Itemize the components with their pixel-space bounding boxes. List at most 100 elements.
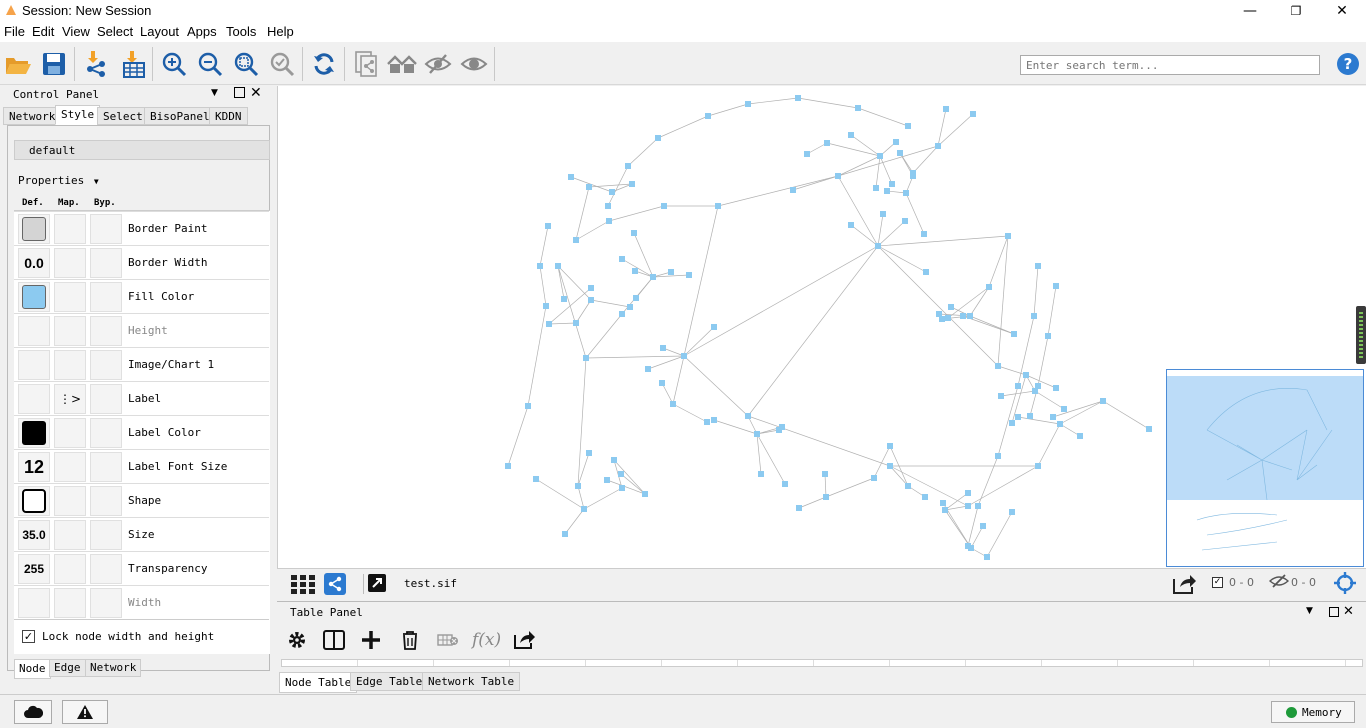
import-table-button[interactable]	[116, 48, 148, 80]
default-value-cell[interactable]	[18, 350, 50, 380]
network-edge[interactable]	[548, 287, 592, 325]
network-node[interactable]	[533, 476, 539, 482]
default-value-cell[interactable]	[18, 588, 50, 618]
mapping-cell[interactable]	[54, 520, 86, 550]
network-node[interactable]	[887, 463, 893, 469]
network-node[interactable]	[855, 105, 861, 111]
tab-network[interactable]: Network	[3, 107, 62, 125]
network-node[interactable]	[1009, 420, 1015, 426]
function-builder-button[interactable]: f(x)	[472, 630, 501, 650]
mapping-cell[interactable]: ⋮>	[54, 384, 86, 414]
table-grid[interactable]	[281, 659, 1363, 667]
network-node[interactable]	[1035, 383, 1041, 389]
network-node[interactable]	[871, 475, 877, 481]
network-node[interactable]	[627, 304, 633, 310]
network-node[interactable]	[998, 393, 1004, 399]
property-row[interactable]: Fill Color	[14, 279, 269, 313]
network-edge[interactable]	[683, 355, 749, 417]
network-node[interactable]	[568, 174, 574, 180]
memory-button[interactable]: Memory	[1271, 701, 1355, 723]
property-row[interactable]: 12 Label Font Size	[14, 449, 269, 483]
network-node[interactable]	[586, 450, 592, 456]
network-edge[interactable]	[683, 205, 719, 357]
network-edge[interactable]	[1102, 400, 1150, 430]
network-edge[interactable]	[575, 299, 592, 324]
menu-tools[interactable]: Tools	[226, 24, 256, 39]
network-edge[interactable]	[937, 113, 974, 147]
network-edge[interactable]	[647, 355, 685, 370]
bypass-cell[interactable]	[90, 384, 122, 414]
network-edge[interactable]	[977, 455, 999, 507]
restore-button[interactable]: ❐	[1273, 0, 1319, 22]
network-node[interactable]	[965, 503, 971, 509]
network-node[interactable]	[782, 481, 788, 487]
default-value-cell[interactable]: 255	[18, 554, 50, 584]
close-window-button[interactable]: ✕	[1319, 0, 1365, 22]
bypass-cell[interactable]	[90, 248, 122, 278]
network-node[interactable]	[967, 313, 973, 319]
network-edge[interactable]	[967, 505, 979, 547]
network-node[interactable]	[609, 189, 615, 195]
mapping-cell[interactable]	[54, 316, 86, 346]
network-edge[interactable]	[747, 245, 879, 417]
bypass-cell[interactable]	[90, 316, 122, 346]
network-node[interactable]	[633, 295, 639, 301]
network-node[interactable]	[711, 324, 717, 330]
network-node[interactable]	[573, 320, 579, 326]
menu-help[interactable]: Help	[267, 24, 294, 39]
network-node[interactable]	[1009, 509, 1015, 515]
network-edge[interactable]	[507, 405, 529, 467]
network-node[interactable]	[943, 106, 949, 112]
properties-dropdown[interactable]: Properties ▼	[18, 174, 99, 187]
network-edge[interactable]	[877, 220, 906, 247]
network-node[interactable]	[790, 187, 796, 193]
network-edge[interactable]	[557, 265, 587, 359]
network-node[interactable]	[611, 457, 617, 463]
network-node[interactable]	[995, 363, 1001, 369]
network-node[interactable]	[824, 140, 830, 146]
network-node[interactable]	[1061, 406, 1067, 412]
network-edge[interactable]	[607, 165, 629, 207]
warnings-button[interactable]	[62, 700, 108, 724]
network-node[interactable]	[796, 505, 802, 511]
network-edge[interactable]	[657, 115, 709, 139]
zoom-selected-button[interactable]	[266, 48, 298, 80]
network-edge[interactable]	[875, 155, 881, 189]
network-edge[interactable]	[661, 382, 674, 405]
close-panel-icon[interactable]: ✕	[1343, 604, 1354, 619]
network-node[interactable]	[935, 143, 941, 149]
bypass-cell[interactable]	[90, 418, 122, 448]
network-node[interactable]	[1050, 414, 1056, 420]
panel-menu-icon[interactable]: ▼	[211, 88, 218, 98]
network-node[interactable]	[745, 101, 751, 107]
network-node[interactable]	[1146, 426, 1152, 432]
network-edge[interactable]	[583, 487, 623, 510]
search-input[interactable]	[1020, 55, 1320, 75]
property-row[interactable]: 255 Transparency	[14, 551, 269, 585]
network-edge[interactable]	[877, 235, 1009, 247]
default-value-cell[interactable]	[18, 486, 50, 516]
property-row[interactable]: Image/Chart 1	[14, 347, 269, 381]
bypass-cell[interactable]	[90, 554, 122, 584]
network-edge[interactable]	[527, 305, 547, 407]
network-node[interactable]	[605, 203, 611, 209]
network-node[interactable]	[642, 491, 648, 497]
mapping-cell[interactable]	[54, 350, 86, 380]
network-view-toggle[interactable]	[324, 573, 346, 595]
network-node[interactable]	[822, 471, 828, 477]
network-node[interactable]	[632, 268, 638, 274]
network-edge[interactable]	[564, 508, 585, 535]
default-value-cell[interactable]: 12	[18, 452, 50, 482]
network-edge[interactable]	[825, 477, 875, 498]
network-node[interactable]	[1057, 421, 1063, 427]
network-node[interactable]	[1031, 313, 1037, 319]
network-node[interactable]	[986, 284, 992, 290]
delete-column-button[interactable]	[401, 630, 419, 653]
network-node[interactable]	[668, 269, 674, 275]
network-node[interactable]	[884, 188, 890, 194]
zoom-in-button[interactable]	[158, 48, 190, 80]
network-edge[interactable]	[590, 299, 631, 308]
refresh-button[interactable]	[308, 48, 340, 80]
network-node[interactable]	[681, 353, 687, 359]
network-edge[interactable]	[997, 235, 1009, 367]
